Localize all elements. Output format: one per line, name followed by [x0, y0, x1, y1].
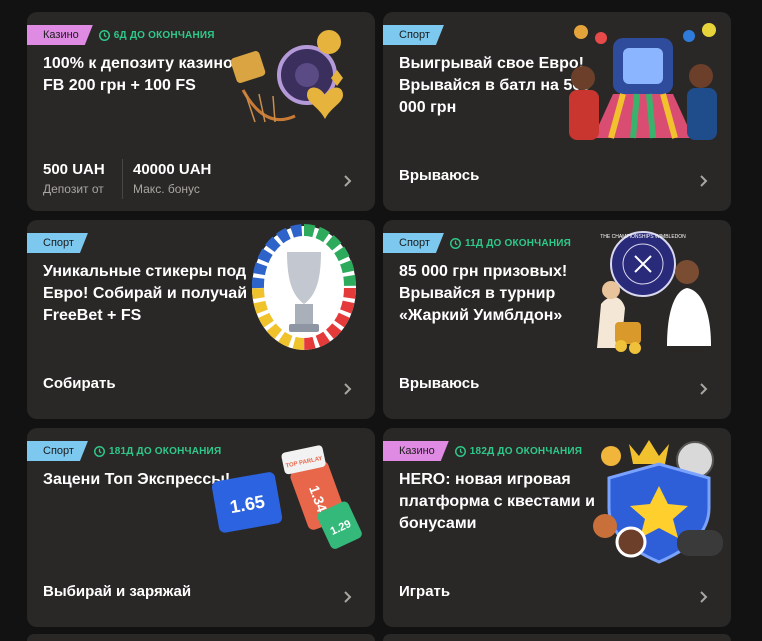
category-badge: Спорт — [383, 233, 444, 253]
card-footer: Собирать — [43, 361, 359, 419]
promo-card-partial-left[interactable] — [27, 634, 375, 641]
stat-label: Депозит от — [43, 182, 104, 196]
card-footer: Выбирай и заряжай — [43, 569, 359, 627]
cta-link[interactable]: Врываюсь — [399, 167, 479, 184]
card-title: HERO: новая игровая платформа с квестами… — [399, 471, 595, 532]
promotions-grid: Казино 6Д ДО ОКОНЧАНИЯ 100% к депозиту к… — [0, 0, 762, 641]
tennis-icon: THE CHAMPIONSHIPS WIMBLEDON — [583, 226, 723, 359]
chevron-right-icon[interactable] — [339, 381, 355, 397]
card-title: 85 000 грн призовых! Врывайся в турнир «… — [399, 263, 568, 324]
stat-min-deposit: 500 UAH Депозит от — [43, 161, 105, 196]
card-header: Спорт 11Д ДО ОКОНЧАНИЯ — [383, 232, 571, 254]
promo-card-casino-deposit[interactable]: Казино 6Д ДО ОКОНЧАНИЯ 100% к депозиту к… — [27, 12, 375, 211]
promo-card-wimbledon[interactable]: Спорт 11Д ДО ОКОНЧАНИЯ 85 000 грн призов… — [383, 220, 731, 419]
wimbledon-logo-text: THE CHAMPIONSHIPS WIMBLEDON — [600, 234, 686, 240]
casino-chips-icon — [225, 20, 365, 150]
cta-link[interactable]: Выбирай и заряжай — [43, 583, 191, 600]
card-header: Спорт — [27, 232, 88, 254]
chevron-right-icon[interactable] — [695, 173, 711, 189]
chevron-right-icon[interactable] — [695, 589, 711, 605]
chevron-right-icon[interactable] — [695, 381, 711, 397]
timer: 6Д ДО ОКОНЧАНИЯ — [98, 29, 215, 41]
euro-trophy-icon — [249, 222, 359, 359]
card-header: Казино 6Д ДО ОКОНЧАНИЯ — [27, 24, 215, 46]
clock-icon — [93, 445, 105, 457]
card-footer: Врываюсь — [399, 153, 715, 211]
cta-link[interactable]: Врываюсь — [399, 375, 479, 392]
promo-card-euro-battle[interactable]: Спорт Выигрывай свое Евро! Врывайся в ба… — [383, 12, 731, 211]
timer: 182Д ДО ОКОНЧАНИЯ — [454, 445, 583, 457]
card-header: Казино 182Д ДО ОКОНЧАНИЯ — [383, 440, 582, 462]
stat-value: 40000 UAH — [133, 161, 212, 178]
timer-text: 6Д ДО ОКОНЧАНИЯ — [113, 29, 215, 41]
timer-text: 181Д ДО ОКОНЧАНИЯ — [108, 445, 222, 457]
stat-value: 500 UAH — [43, 161, 105, 178]
clock-icon — [454, 445, 466, 457]
promo-card-partial-right[interactable] — [383, 634, 731, 641]
clock-icon — [449, 237, 461, 249]
clock-icon — [98, 29, 110, 41]
promo-card-top-express[interactable]: Спорт 181Д ДО ОКОНЧАНИЯ Зацени Топ Экспр… — [27, 428, 375, 627]
hero-shield-icon — [591, 430, 727, 571]
tickets-icon: 1.65 1.34 TOP PARLAY 1.29 — [209, 442, 369, 557]
cta-link[interactable]: Играть — [399, 583, 450, 600]
chevron-right-icon[interactable] — [339, 173, 355, 189]
card-footer: Врываюсь — [399, 361, 715, 419]
cta-link[interactable]: Собирать — [43, 375, 116, 392]
card-title: Уникальные стикеры под Евро! Собирай и п… — [43, 263, 248, 324]
category-badge: Казино — [27, 25, 93, 45]
card-header: Спорт 181Д ДО ОКОНЧАНИЯ — [27, 440, 221, 462]
stat-max-bonus: 40000 UAH Макс. бонус — [133, 161, 211, 196]
category-badge: Спорт — [383, 25, 444, 45]
divider — [122, 159, 123, 199]
timer: 181Д ДО ОКОНЧАНИЯ — [93, 445, 222, 457]
category-badge: Казино — [383, 441, 449, 461]
promo-card-euro-stickers[interactable]: Спорт Уникальные стикеры под Евро! Собир… — [27, 220, 375, 419]
euro-stadium-icon — [563, 18, 723, 148]
timer: 11Д ДО ОКОНЧАНИЯ — [449, 237, 572, 249]
chevron-right-icon[interactable] — [339, 589, 355, 605]
promo-card-hero-platform[interactable]: Казино 182Д ДО ОКОНЧАНИЯ HERO: новая игр… — [383, 428, 731, 627]
timer-text: 11Д ДО ОКОНЧАНИЯ — [464, 237, 572, 249]
card-footer: 500 UAH Депозит от 40000 UAH Макс. бонус — [43, 153, 359, 211]
category-badge: Спорт — [27, 441, 88, 461]
timer-text: 182Д ДО ОКОНЧАНИЯ — [469, 445, 583, 457]
card-footer: Играть — [399, 569, 715, 627]
stat-label: Макс. бонус — [133, 182, 200, 196]
card-header: Спорт — [383, 24, 444, 46]
category-badge: Спорт — [27, 233, 88, 253]
